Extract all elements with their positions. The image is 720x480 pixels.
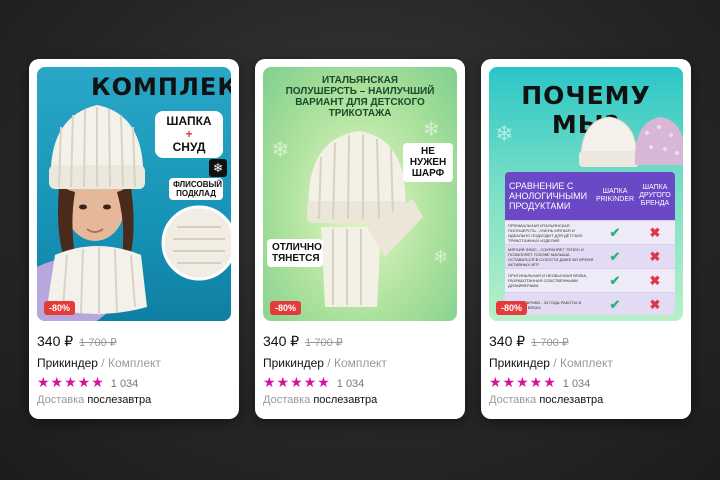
rating-stars: ★★★★★ 1 034	[489, 374, 591, 390]
delivery-info: Доставка послезавтра	[263, 394, 378, 406]
price: 340 ₽1 700 ₽	[489, 333, 569, 349]
check-icon: ✔	[609, 296, 621, 312]
snowflake-icon: ❄	[209, 159, 227, 177]
delivery-info: Доставка послезавтра	[37, 394, 152, 406]
discount-badge: -80%	[496, 301, 528, 315]
cross-icon: ✖	[649, 248, 661, 264]
product-card[interactable]: КОМПЛЕКТ	[29, 59, 239, 419]
brand-name: Прикиндер	[489, 356, 550, 370]
rating-stars: ★★★★★ 1 034	[37, 374, 139, 390]
hat-snood-bubble: ШАПКА + СНУД	[155, 111, 223, 158]
product-image[interactable]: КОМПЛЕКТ	[37, 67, 231, 321]
comparison-table: СРАВНЕНИЕ С АНОЛОГИЧНЫМИ ПРОДУКТАМИ ШАПК…	[505, 172, 675, 315]
review-count: 1 034	[110, 378, 139, 390]
table-row: ПРЕМИАЛЬНАЯ ИТАЛЬЯНСКАЯ ПОЛУШЕРСТЬ - ОЧЕ…	[505, 220, 675, 244]
cross-icon: ✖	[649, 224, 661, 240]
review-count: 1 034	[562, 378, 591, 390]
old-price: 1 700 ₽	[305, 337, 343, 349]
discount-badge: -80%	[44, 301, 76, 315]
cross-icon: ✖	[649, 296, 661, 312]
col-prikinder: ШАПКА PRIKINDER	[595, 188, 635, 203]
brand-name: Прикиндер	[263, 356, 324, 370]
category: / Комплект	[327, 356, 387, 370]
price: 340 ₽1 700 ₽	[263, 333, 343, 349]
rating-stars: ★★★★★ 1 034	[263, 374, 365, 390]
product-card[interactable]: ❄ ❄ ПОЧЕМУ МЫ? СРАВНЕНИЕ С АНОЛОГИЧНЫМИ …	[481, 59, 691, 419]
category: / Комплект	[553, 356, 613, 370]
check-icon: ✔	[609, 248, 621, 264]
table-row: ОПЫТ ФАБРИКИ - 33 ГОДА РАБОТЫ В ДЕТСКИХ …	[505, 292, 675, 315]
col-other-brand: ШАПКА ДРУГОГО БРЕНДА	[639, 184, 671, 207]
brand-line[interactable]: Прикиндер / Комплект	[263, 356, 387, 370]
no-scarf-needed-badge: НЕ НУЖЕН ШАРФ	[403, 143, 453, 182]
cross-icon: ✖	[649, 272, 661, 288]
product-image[interactable]: ❄ ❄ ❄ ИТАЛЬЯНСКАЯ ПОЛУШЕРСТЬ – НАИЛУЧШИЙ…	[263, 67, 457, 321]
brand-line[interactable]: Прикиндер / Комплект	[489, 356, 613, 370]
table-head-label: СРАВНЕНИЕ С АНОЛОГИЧНЫМИ ПРОДУКТАМИ	[509, 181, 588, 211]
review-count: 1 034	[336, 378, 365, 390]
table-row: ОРИГИНАЛЬНАЯ И НЕОБЫЧНАЯ ВЯЗКА, РАЗРАБОТ…	[505, 268, 675, 292]
category: / Комплект	[101, 356, 161, 370]
check-icon: ✔	[609, 224, 621, 240]
price: 340 ₽1 700 ₽	[37, 333, 117, 349]
table-row: МЯГКИЙ ФЛИС - СОХРАНЯЕТ ТЕПЛО И ПОЗВОЛЯЕ…	[505, 244, 675, 268]
discount-badge: -80%	[270, 301, 302, 315]
stretches-well-badge: ОТЛИЧНО ТЯНЕТСЯ	[267, 239, 323, 267]
brand-line[interactable]: Прикиндер / Комплект	[37, 356, 161, 370]
fleece-badge: ФЛИСОВЫЙ ПОДКЛАД	[169, 178, 223, 200]
old-price: 1 700 ₽	[531, 337, 569, 349]
product-photo	[307, 131, 423, 307]
old-price: 1 700 ₽	[79, 337, 117, 349]
table-header: СРАВНЕНИЕ С АНОЛОГИЧНЫМИ ПРОДУКТАМИ ШАПК…	[505, 172, 675, 220]
product-image[interactable]: ❄ ❄ ПОЧЕМУ МЫ? СРАВНЕНИЕ С АНОЛОГИЧНЫМИ …	[489, 67, 683, 321]
brand-name: Прикиндер	[37, 356, 98, 370]
product-card[interactable]: ❄ ❄ ❄ ИТАЛЬЯНСКАЯ ПОЛУШЕРСТЬ – НАИЛУЧШИЙ…	[255, 59, 465, 419]
check-icon: ✔	[609, 272, 621, 288]
delivery-info: Доставка послезавтра	[489, 394, 604, 406]
